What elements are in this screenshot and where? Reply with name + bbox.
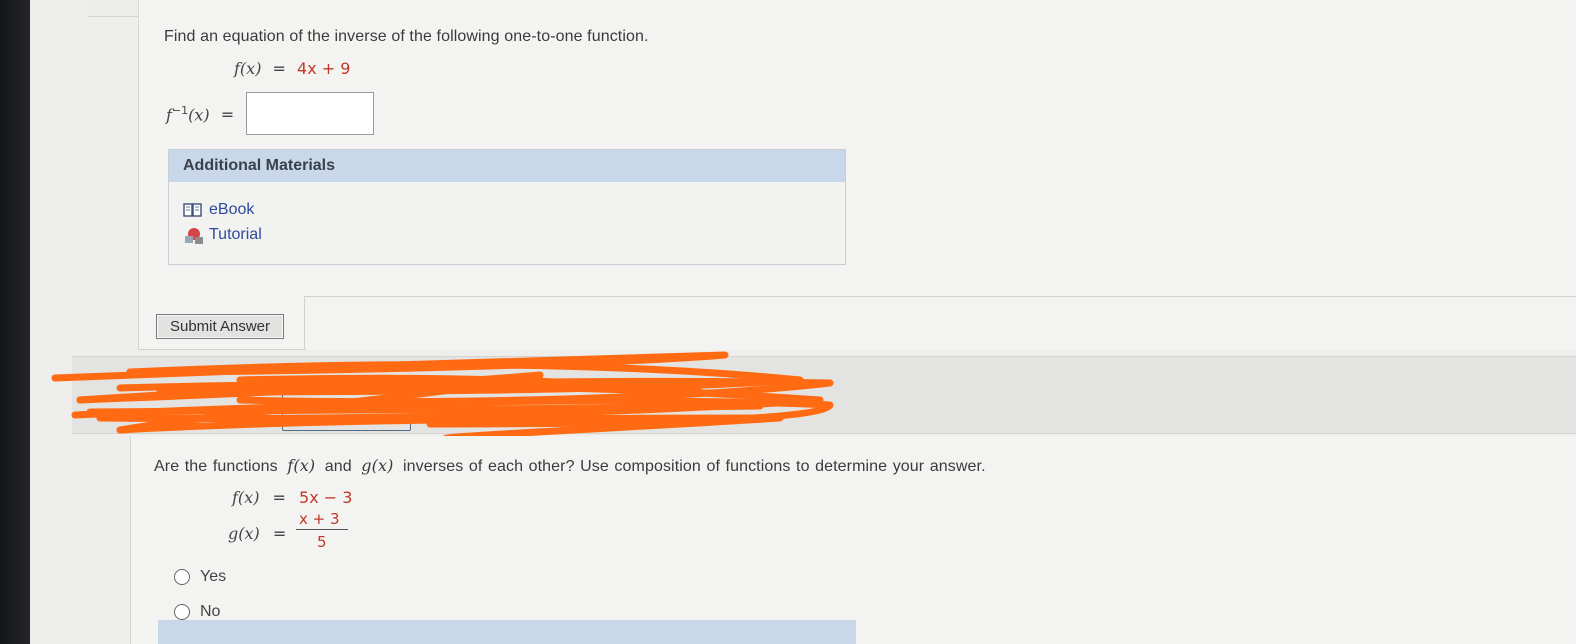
- yes-radio[interactable]: [174, 569, 190, 585]
- g-numerator: x + 3: [299, 510, 340, 528]
- instruction-part: inverses of each other? Use composition …: [402, 458, 986, 475]
- g-definition: g(x) =: [228, 524, 286, 543]
- g-of-x: g(x): [361, 456, 394, 475]
- f-label: f(x): [232, 488, 260, 507]
- next-panel-header: [158, 620, 856, 644]
- instruction-part: Are the functions: [154, 458, 278, 475]
- no-label[interactable]: No: [200, 603, 220, 621]
- g-denominator: 5: [317, 533, 327, 551]
- no-radio[interactable]: [174, 604, 190, 620]
- question-2-instruction: Are the functions f(x) and g(x) inverses…: [154, 456, 986, 476]
- instruction-part: and: [324, 458, 352, 475]
- f-expression: 5x − 3: [299, 488, 353, 507]
- equals-sign: =: [272, 488, 286, 507]
- yes-label[interactable]: Yes: [200, 568, 226, 586]
- equals-sign: =: [272, 524, 287, 543]
- fraction-bar: [296, 529, 348, 530]
- f-definition: f(x) = 5x − 3: [232, 488, 352, 507]
- g-label: g(x): [228, 524, 260, 543]
- f-of-x: f(x): [287, 456, 316, 475]
